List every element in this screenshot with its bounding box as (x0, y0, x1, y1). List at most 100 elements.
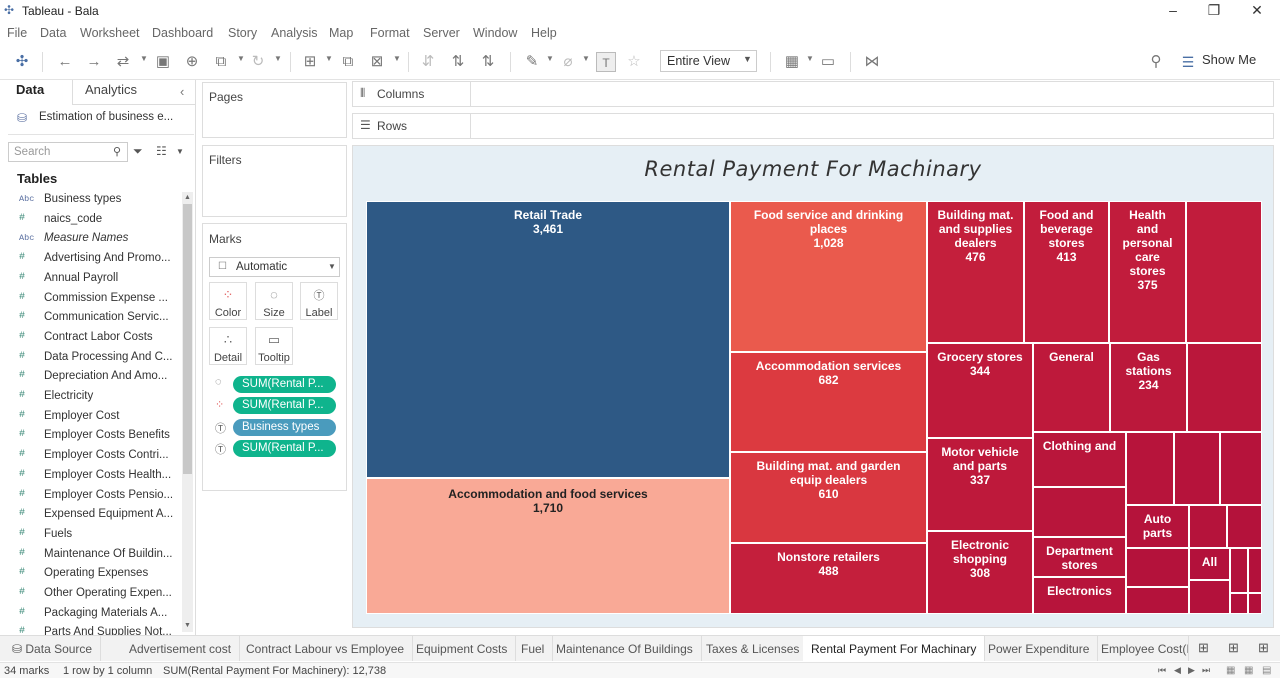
sheet-tab[interactable]: Employee Cost(Ir (1093, 636, 1189, 661)
color-pill[interactable]: SUM(Rental P... (233, 397, 336, 414)
show-sheet-sorter-icon[interactable]: ▦ (1226, 665, 1235, 676)
cards-icon[interactable]: ▦ (782, 52, 802, 72)
chevron-down-icon[interactable]: ▼ (140, 54, 148, 63)
field-item[interactable]: # Employer Costs Contri... (0, 447, 178, 467)
size-pill[interactable]: SUM(Rental P... (233, 376, 336, 393)
mark-type-select[interactable]: ☐ Automatic ▼ (209, 257, 340, 277)
treemap-tile[interactable] (1248, 593, 1262, 614)
collapse-pane-icon[interactable]: ‹ (180, 84, 184, 99)
pin-axes-icon[interactable]: ☆ (624, 52, 644, 72)
label-pill-dimension[interactable]: Business types (233, 419, 336, 436)
datasource-name[interactable]: Estimation of business e... (39, 111, 173, 123)
swap-rows-columns-icon[interactable]: ⇵ (418, 52, 438, 72)
next-sheet-icon[interactable]: ▶ (1188, 665, 1195, 676)
scroll-down-icon[interactable]: ▼ (184, 622, 191, 629)
label-pill-measure[interactable]: SUM(Rental P... (233, 440, 336, 457)
first-sheet-icon[interactable]: ⏮ (1158, 665, 1166, 676)
presentation-icon[interactable]: ▭ (818, 52, 838, 72)
new-sheet-icon[interactable]: ⧉ (211, 52, 231, 72)
treemap-tile[interactable] (1227, 505, 1262, 548)
treemap-tile[interactable]: Nonstore retailers 488 (730, 543, 927, 614)
treemap-tile[interactable]: General (1033, 343, 1110, 432)
treemap-tile[interactable] (1189, 580, 1230, 614)
replace-data-icon[interactable]: ⇄ (113, 52, 133, 72)
treemap[interactable]: Retail Trade 3,461 Accommodation and food … (366, 201, 1262, 614)
field-item[interactable]: # Fuels (0, 526, 178, 546)
redo-icon[interactable]: → (84, 52, 104, 72)
treemap-tile[interactable]: Building mat. and garden equip dealers 61… (730, 452, 927, 543)
treemap-tile[interactable] (1230, 548, 1248, 593)
show-me-icon[interactable]: ☰ (1180, 52, 1196, 72)
field-item[interactable]: # Depreciation And Amo... (0, 368, 178, 388)
scroll-up-icon[interactable]: ▲ (184, 194, 191, 201)
field-item[interactable]: # Packaging Materials A... (0, 605, 178, 625)
save-icon[interactable]: ▣ (153, 52, 173, 72)
share-icon[interactable]: ⋈ (862, 52, 882, 72)
sheet-tab[interactable]: Maintenance Of Buildings (548, 636, 702, 661)
field-item[interactable]: # Electricity (0, 388, 178, 408)
treemap-tile[interactable]: Health and personal care stores 375 (1109, 201, 1186, 343)
field-list-scrollbar[interactable] (182, 192, 193, 632)
treemap-tile[interactable]: Electronics (1033, 577, 1126, 614)
menu-window[interactable]: Window (473, 26, 517, 40)
menu-file[interactable]: File (7, 26, 27, 40)
new-worksheet-icon[interactable]: ⊞ (300, 52, 320, 72)
treemap-tile[interactable]: Motor vehicle and parts 337 (927, 438, 1033, 531)
new-datasource-icon[interactable]: ⊕ (182, 52, 202, 72)
treemap-tile[interactable]: Building mat. and supplies dealers 476 (927, 201, 1024, 343)
sheet-tab[interactable]: Rental Payment For Machinary (803, 636, 986, 661)
treemap-tile[interactable] (1230, 593, 1248, 614)
treemap-tile[interactable] (1248, 548, 1262, 593)
menu-story[interactable]: Story (228, 26, 257, 40)
field-item[interactable]: Abc Business types (0, 191, 178, 211)
menu-dashboard[interactable]: Dashboard (152, 26, 213, 40)
treemap-tile[interactable]: Clothing and (1033, 432, 1126, 487)
treemap-tile[interactable] (1126, 587, 1189, 614)
field-item[interactable]: # Advertising And Promo... (0, 250, 178, 270)
treemap-tile[interactable]: Food service and drinking places 1,028 (730, 201, 927, 352)
group-members-icon[interactable]: ⌀ (558, 52, 578, 72)
highlight-icon[interactable]: ✎ (522, 52, 542, 72)
treemap-tile[interactable] (1033, 487, 1126, 537)
view-list-icon[interactable]: ☷ (156, 144, 167, 158)
sheet-tab[interactable]: Power Expenditure (980, 636, 1099, 661)
menu-analysis[interactable]: Analysis (271, 26, 318, 40)
menu-map[interactable]: Map (329, 26, 353, 40)
chevron-down-icon[interactable]: ▼ (582, 54, 590, 63)
filters-card[interactable]: Filters (202, 145, 347, 217)
field-item[interactable]: # Employer Costs Benefits (0, 427, 178, 447)
scrollbar-thumb[interactable] (183, 204, 192, 474)
sheet-tab[interactable]: Equipment Costs (408, 636, 517, 661)
show-mark-labels-icon[interactable]: T (596, 52, 616, 72)
treemap-tile[interactable]: Accommodation and food services 1,710 (366, 478, 730, 614)
menu-data[interactable]: Data (40, 26, 66, 40)
chevron-down-icon[interactable]: ▼ (176, 147, 184, 156)
sheet-tab[interactable]: Contract Labour vs Employee (238, 636, 414, 661)
menu-format[interactable]: Format (370, 26, 410, 40)
columns-shelf[interactable]: ⦀ Columns (352, 81, 1274, 107)
menu-server[interactable]: Server (423, 26, 460, 40)
field-item[interactable]: # Expensed Equipment A... (0, 506, 178, 526)
field-item[interactable]: # Annual Payroll (0, 270, 178, 290)
refresh-icon[interactable]: ↻ (248, 52, 268, 72)
prev-sheet-icon[interactable]: ◀ (1174, 665, 1181, 676)
field-item[interactable]: # Employer Costs Health... (0, 467, 178, 487)
clear-sheet-icon[interactable]: ⊠ (367, 52, 387, 72)
chevron-down-icon[interactable]: ▼ (274, 54, 282, 63)
tooltip-button[interactable]: ▭ Tooltip (255, 327, 293, 365)
sheet-tab[interactable]: Advertisement cost (121, 636, 241, 661)
new-dashboard-icon[interactable]: ⊞ (1228, 640, 1239, 656)
menu-worksheet[interactable]: Worksheet (80, 26, 140, 40)
tableau-home-icon[interactable]: ✣ (12, 52, 32, 72)
treemap-tile[interactable] (1189, 505, 1227, 548)
sheet-tab[interactable]: Taxes & Licenses (698, 636, 809, 661)
last-sheet-icon[interactable]: ⏭ (1202, 665, 1210, 676)
data-source-tab[interactable]: ⛁ Data Source (4, 636, 102, 661)
treemap-tile[interactable] (1186, 201, 1262, 343)
field-item[interactable]: # Data Processing And C... (0, 349, 178, 369)
restore-button[interactable]: ❐ (1201, 1, 1227, 21)
treemap-tile[interactable]: All (1189, 548, 1230, 580)
treemap-tile[interactable]: Accommodation services 682 (730, 352, 927, 452)
field-item[interactable]: # Commission Expense ... (0, 290, 178, 310)
new-worksheet-icon[interactable]: ⊞ (1198, 640, 1209, 656)
